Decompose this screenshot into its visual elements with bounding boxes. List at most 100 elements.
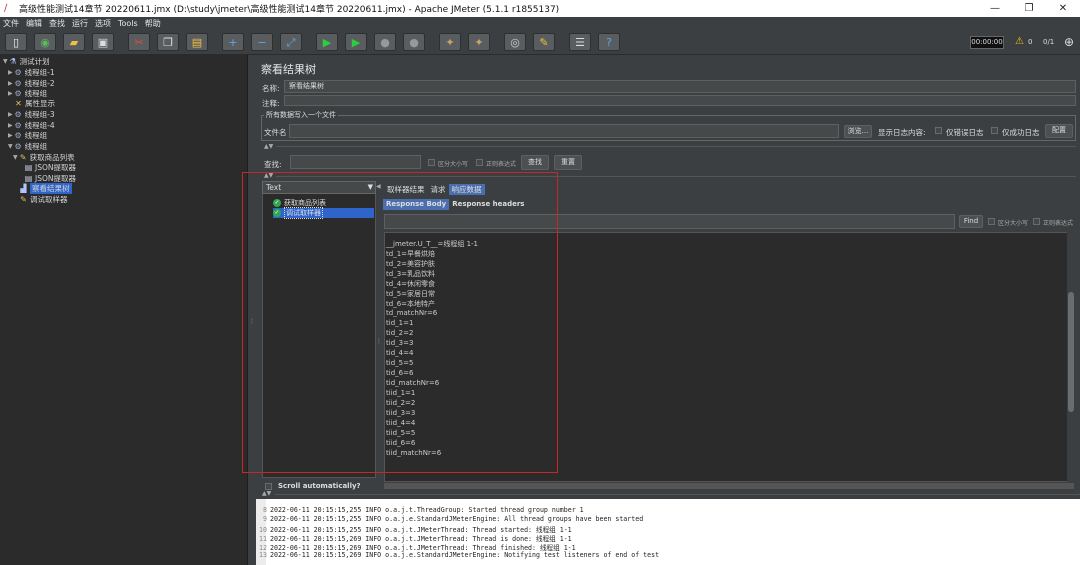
log-line: 8 2022-06-11 20:15:15,255 INFO o.a.j.t.Th… xyxy=(263,506,584,514)
function-helper-button[interactable]: ☰ xyxy=(569,33,591,51)
scroll-auto-checkbox[interactable] xyxy=(265,483,272,490)
menu-file[interactable]: 文件 xyxy=(3,18,19,29)
configure-button[interactable]: 配置 xyxy=(1045,124,1073,138)
case-sensitive-checkbox[interactable] xyxy=(428,159,435,166)
toolbar: ▯ ◉ ▰ ▣ ✂ ❐ ▤ + − ⤢ ▶ ▶ ● ● ✦ ✦ ◎ ✎ ☰ ? … xyxy=(0,29,1080,55)
start-button[interactable]: ▶ xyxy=(316,33,338,51)
browse-button[interactable]: 浏览... xyxy=(844,125,872,138)
clear-all-button[interactable]: ✦ xyxy=(468,33,490,51)
copy-button[interactable]: ❐ xyxy=(157,33,179,51)
tree-node-test-plan[interactable]: ▼ ⚗ 测试计划 xyxy=(3,56,50,66)
tree-node-threadgroup-a[interactable]: ▶ ⚙ 线程组 xyxy=(8,88,47,98)
tree-node-property-display[interactable]: ✕ 属性显示 xyxy=(14,98,55,108)
response-scrollbar[interactable] xyxy=(1067,232,1075,482)
chart-icon: ▟ xyxy=(20,183,27,193)
tree-node-debug-sampler[interactable]: ✎ 调试取样器 xyxy=(19,194,67,204)
active-threads: 0/1 xyxy=(1043,38,1055,46)
start-no-pause-button[interactable]: ▶ xyxy=(345,33,367,51)
shutdown-button[interactable]: ● xyxy=(403,33,425,51)
folder-icon: ▰ xyxy=(69,35,79,49)
stop-button[interactable]: ● xyxy=(374,33,396,51)
page-title: 察看结果树 xyxy=(261,63,316,76)
open-button[interactable]: ▰ xyxy=(63,33,85,51)
minus-icon: − xyxy=(257,35,267,49)
response-h-scrollbar[interactable] xyxy=(384,483,1074,489)
remote-icon[interactable]: ⊕ xyxy=(1064,35,1074,49)
shutdown-icon: ● xyxy=(409,35,419,49)
scrollbar-thumb[interactable] xyxy=(1068,292,1074,412)
templates-icon: ◉ xyxy=(40,35,50,49)
expand-button[interactable]: + xyxy=(222,33,244,51)
tree-node-json-extractor-1[interactable]: ▤ JSON提取器 xyxy=(24,162,76,172)
toggle-button[interactable]: ⤢ xyxy=(280,33,302,51)
log-panel[interactable]: 8 2022-06-11 20:15:15,255 INFO o.a.j.t.Th… xyxy=(256,499,1080,565)
broom-all-icon: ✦ xyxy=(474,35,484,49)
tree-node-threadgroup-3[interactable]: ▶ ⚙ 线程组-3 xyxy=(8,109,55,119)
find-case-checkbox[interactable] xyxy=(988,218,995,225)
window-controls: — ❐ ✕ xyxy=(978,0,1080,17)
gear-icon: ⚙ xyxy=(14,141,22,151)
reset-button[interactable]: 重置 xyxy=(554,155,582,170)
comment-input[interactable] xyxy=(284,95,1076,106)
success-only-checkbox[interactable] xyxy=(991,127,998,134)
filename-label: 文件名 xyxy=(264,128,287,137)
menu-run[interactable]: 运行 xyxy=(72,18,88,29)
menu-help[interactable]: 帮助 xyxy=(145,18,161,29)
collapse-button[interactable]: − xyxy=(251,33,273,51)
scroll-auto-label: Scroll automatically? xyxy=(278,482,361,490)
tree-node-threadgroup-2[interactable]: ▶ ⚙ 线程组-2 xyxy=(8,78,55,88)
stop-icon: ● xyxy=(380,35,390,49)
broom-icon: ✦ xyxy=(445,35,455,49)
close-button[interactable]: ✕ xyxy=(1046,0,1080,17)
templates-button[interactable]: ◉ xyxy=(34,33,56,51)
tree-node-json-extractor-2[interactable]: ▤ JSON提取器 xyxy=(24,173,76,183)
collapse-arrows[interactable]: ▲▼ xyxy=(264,143,273,150)
save-button[interactable]: ▣ xyxy=(92,33,114,51)
name-input[interactable]: 察看结果树 xyxy=(284,80,1076,93)
plan-icon: ⚗ xyxy=(9,56,17,66)
new-button[interactable]: ▯ xyxy=(5,33,27,51)
menu-tools[interactable]: Tools xyxy=(118,19,138,28)
find-case-label: 区分大小写 xyxy=(998,220,1029,227)
search-input[interactable] xyxy=(290,155,421,169)
find-regex-checkbox[interactable] xyxy=(1033,218,1040,225)
clear-button[interactable]: ✦ xyxy=(439,33,461,51)
log-line: 13 2022-06-11 20:15:15,269 INFO o.a.j.e.S… xyxy=(259,551,660,559)
log-collapse-arrows[interactable]: ▲▼ xyxy=(262,490,271,497)
menu-bar: 文件 编辑 查找 运行 选项 Tools 帮助 xyxy=(0,17,1080,29)
test-plan-tree: ▼ ⚗ 测试计划 ▶ ⚙ 线程组-1 ▶ ⚙ 线程组-2 ▶ ⚙ 线程组 ✕ 属性显示 ▶ ⚙ 线程组… xyxy=(0,55,248,565)
pen-icon: ✎ xyxy=(19,152,27,162)
tree-node-threadgroup-c[interactable]: ▼ ⚙ 线程组 xyxy=(8,141,47,151)
pen-icon: ✎ xyxy=(20,194,27,204)
tree-node-threadgroup-4[interactable]: ▶ ⚙ 线程组-4 xyxy=(8,120,55,130)
reset-search-button[interactable]: ✎ xyxy=(533,33,555,51)
warning-icon[interactable]: ⚠ xyxy=(1015,36,1024,47)
search-submit-button[interactable]: 查找 xyxy=(521,155,549,170)
save-icon: ▣ xyxy=(97,35,109,49)
paste-button[interactable]: ▤ xyxy=(186,33,208,51)
tree-node-view-results-tree[interactable]: ▟ 察看结果树 xyxy=(19,182,248,194)
gear-icon: ⚙ xyxy=(14,67,22,77)
menu-search[interactable]: 查找 xyxy=(49,18,65,29)
name-label: 名称: xyxy=(262,84,280,93)
tree-node-threadgroup-b[interactable]: ▶ ⚙ 线程组 xyxy=(8,130,47,140)
find-button[interactable]: Find xyxy=(959,215,983,228)
cut-button[interactable]: ✂ xyxy=(128,33,150,51)
filename-input[interactable] xyxy=(289,124,839,138)
minimize-button[interactable]: — xyxy=(978,0,1012,17)
maximize-button[interactable]: ❐ xyxy=(1012,0,1046,17)
search-label: 查找: xyxy=(264,160,282,169)
regex-checkbox[interactable] xyxy=(476,159,483,166)
help-button[interactable]: ? xyxy=(598,33,620,51)
group-title: 所有数据写入一个文件 xyxy=(264,110,338,120)
eraser-icon: ✎ xyxy=(539,35,549,49)
tree-node-threadgroup-1[interactable]: ▶ ⚙ 线程组-1 xyxy=(8,67,55,77)
menu-edit[interactable]: 编辑 xyxy=(26,18,42,29)
tree-node-get-product-list[interactable]: ▼ ✎ 获取商品列表 xyxy=(13,152,75,162)
errors-only-checkbox[interactable] xyxy=(935,127,942,134)
play-icon: ▶ xyxy=(322,35,332,49)
new-file-icon: ▯ xyxy=(12,35,20,49)
help-icon: ? xyxy=(606,35,612,49)
search-button[interactable]: ◎ xyxy=(504,33,526,51)
menu-options[interactable]: 选项 xyxy=(95,18,111,29)
